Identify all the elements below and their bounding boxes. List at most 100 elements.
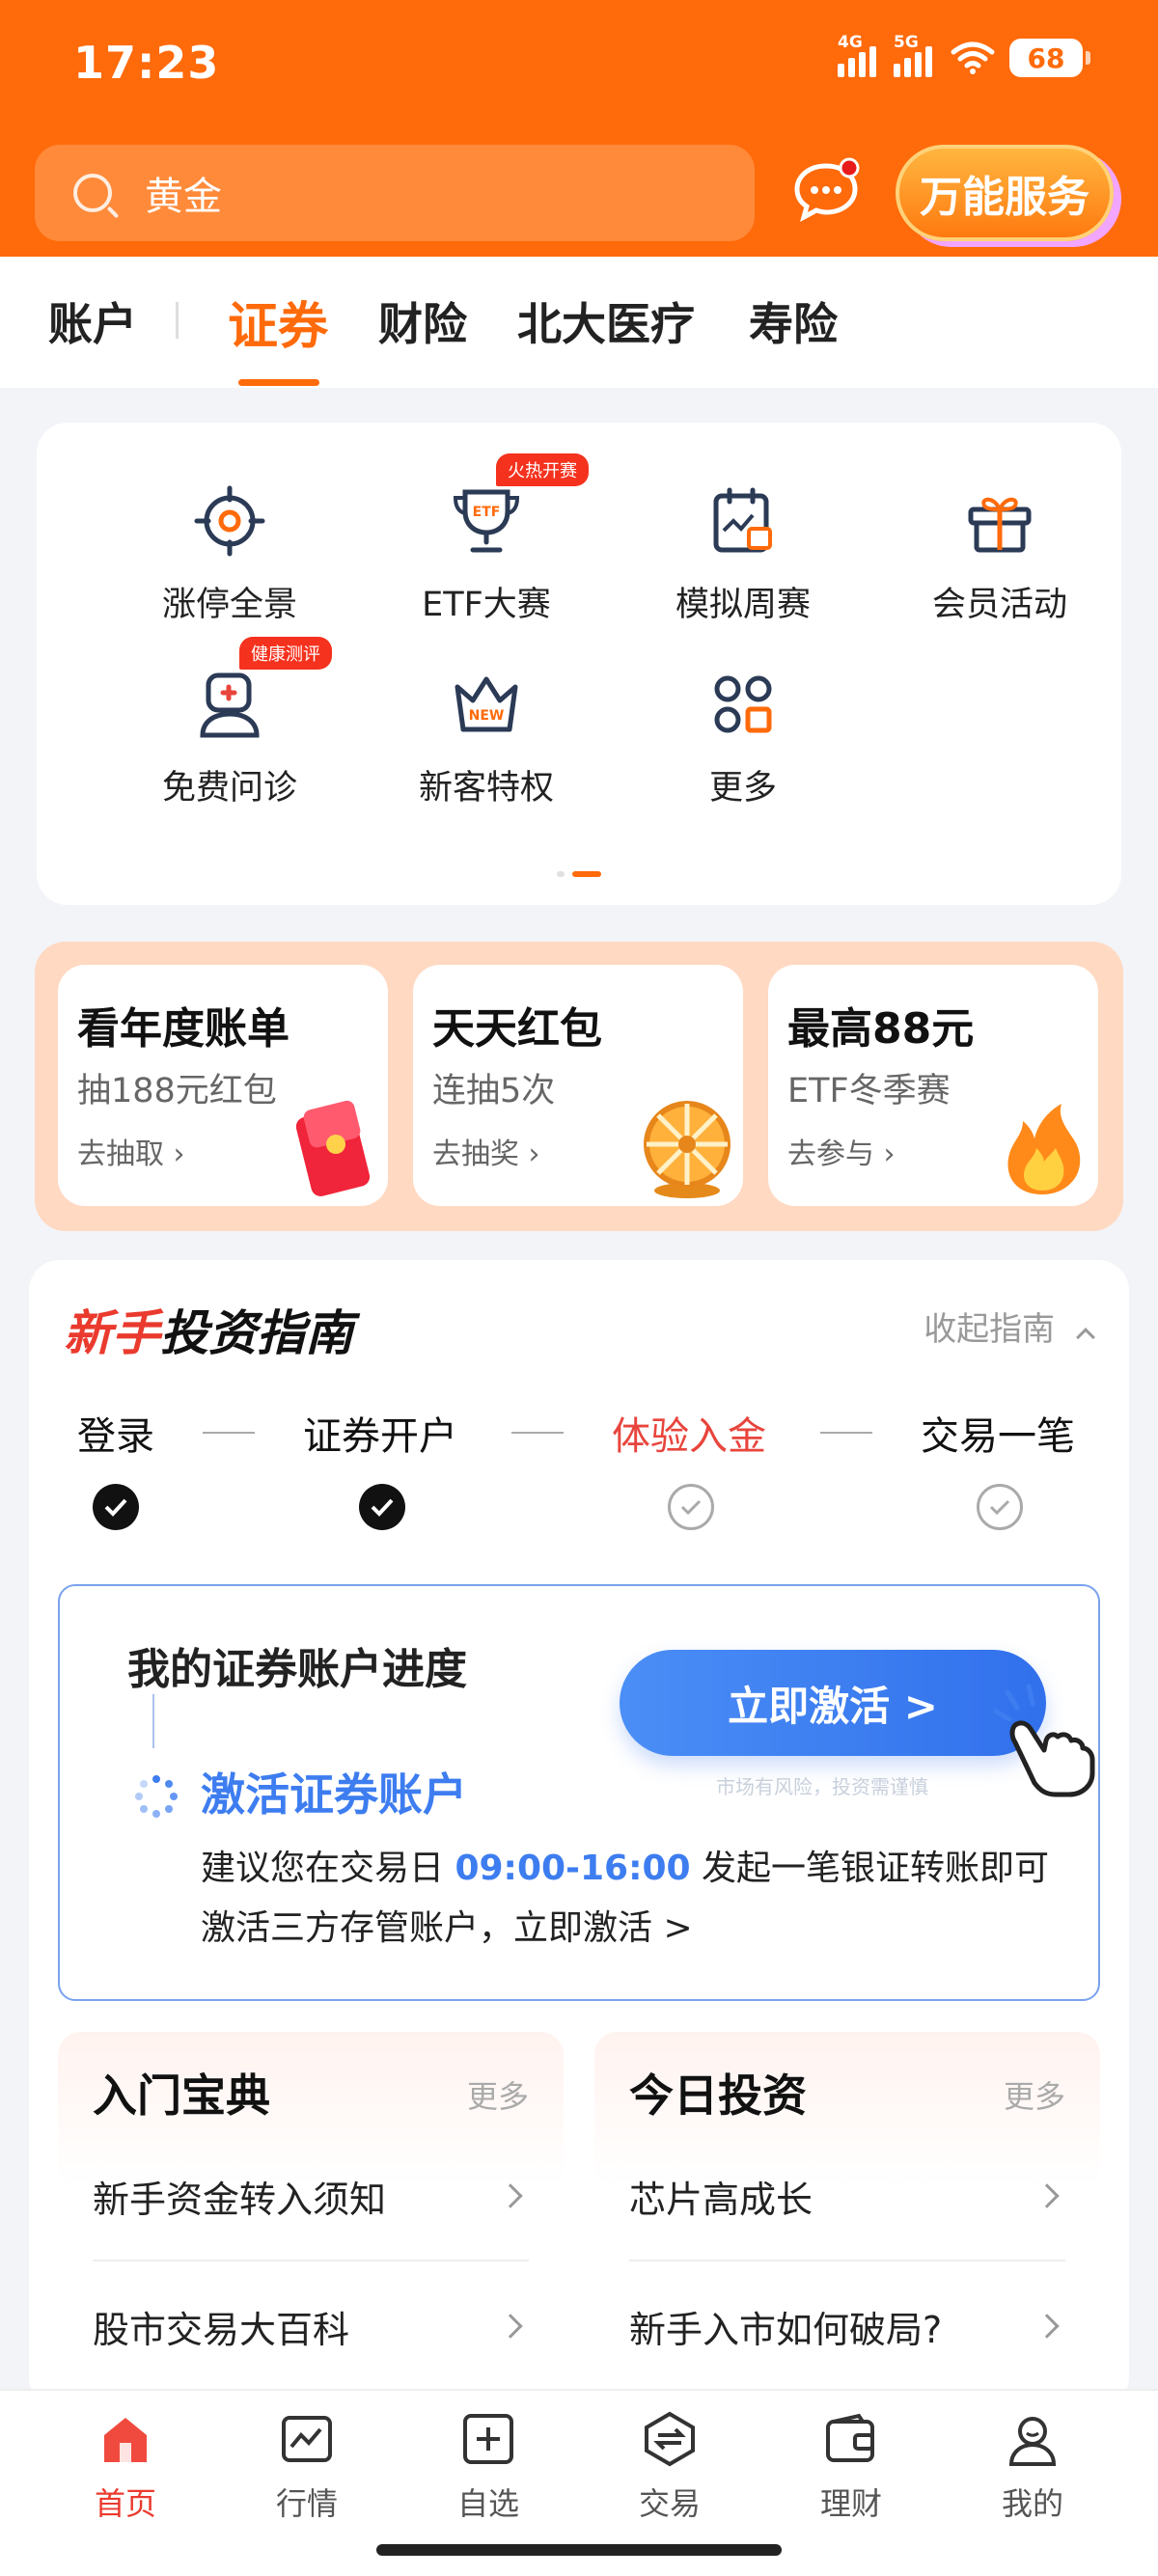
flame-icon	[1007, 1104, 1081, 1194]
prize-wheel-icon	[644, 1101, 731, 1198]
nav-label: 首页	[94, 2485, 156, 2522]
check-pending-icon	[668, 1484, 714, 1530]
wifi-icon	[951, 41, 995, 74]
grid-item-etf-contest[interactable]: ETF 火热开赛 ETF大赛	[361, 453, 612, 626]
grid-item-label: 更多	[708, 769, 777, 808]
step-login: 登录	[77, 1414, 154, 1459]
promo-etf-winter[interactable]: 最高88元 ETF冬季赛 去参与 ›	[768, 965, 1098, 1206]
nav-label: 交易	[638, 2485, 701, 2522]
signal-4g-icon: 4G	[838, 33, 880, 77]
svg-text:NEW: NEW	[469, 708, 505, 724]
etf-trophy-icon: ETF 火热开赛	[448, 453, 589, 560]
search-input[interactable]: 黄金	[145, 165, 222, 221]
step-connector	[203, 1432, 255, 1434]
page-dot	[557, 871, 565, 877]
promo-title: 看年度账单	[77, 1004, 290, 1054]
chevron-right-icon	[498, 2314, 523, 2339]
promo-title: 天天红包	[432, 1004, 602, 1054]
grid-item-sim-weekly[interactable]: 模拟周赛	[618, 482, 868, 626]
promo-annual-bill[interactable]: 看年度账单 抽188元红包 去抽取 ›	[58, 965, 388, 1206]
progress-title: 我的证券账户进度	[127, 1645, 467, 1694]
desc-prefix: 建议您在交易日	[201, 1849, 455, 1888]
nav-home[interactable]: 首页	[58, 2410, 193, 2524]
add-watchlist-icon	[459, 2410, 517, 2468]
progress-step-activate: 激活证券账户	[201, 1768, 467, 1821]
step-connector	[511, 1432, 564, 1434]
grid-item-label: 模拟周赛	[675, 586, 811, 624]
home-icon	[96, 2410, 154, 2468]
list-item-label: 新手资金转入须知	[93, 2178, 387, 2221]
risk-disclaimer: 市场有风险，投资需谨慎	[716, 1775, 928, 1798]
list-item[interactable]: 新手资金转入须知	[93, 2132, 529, 2261]
promo-title: 最高88元	[787, 1004, 975, 1054]
search-icon	[73, 174, 112, 212]
grid-item-label: 会员活动	[931, 586, 1067, 624]
page-dot-active	[572, 871, 601, 877]
grid-item-new-customer[interactable]: NEW 新客特权	[361, 666, 612, 809]
check-done-icon	[359, 1484, 405, 1530]
nav-trade[interactable]: 交易	[602, 2410, 737, 2524]
activate-now-button[interactable]: 立即激活 >	[620, 1650, 1046, 1756]
account-progress-box: 我的证券账户进度 激活证券账户 建议您在交易日 09:00-16:00 发起一笔…	[58, 1584, 1100, 2001]
collapse-label: 收起指南	[924, 1310, 1056, 1349]
promo-daily-red-packet[interactable]: 天天红包 连抽5次 去抽奖 ›	[413, 965, 743, 1206]
tab-account[interactable]: 账户	[48, 289, 137, 353]
grid-item-free-consult[interactable]: 健康测评 免费问诊	[104, 637, 355, 809]
svg-text:ETF: ETF	[473, 505, 501, 520]
nav-watchlist[interactable]: 自选	[421, 2410, 556, 2524]
list-item[interactable]: 新手入市如何破局?	[629, 2261, 1065, 2391]
quick-entry-grid: 涨停全景 ETF 火热开赛 ETF大赛 模拟周赛 会员活动 健康测评 免费问诊 …	[37, 423, 1121, 905]
list-item[interactable]: 股市交易大百科	[93, 2261, 529, 2391]
trading-hours: 09:00-16:00	[455, 1849, 691, 1888]
nav-profile[interactable]: 我的	[965, 2410, 1100, 2524]
active-tab-indicator	[238, 379, 319, 386]
tab-property-insurance[interactable]: 财险	[378, 289, 467, 353]
more-link[interactable]: 更多	[1004, 2072, 1065, 2117]
step-connector	[820, 1432, 872, 1434]
grid-item-label: ETF大赛	[422, 586, 551, 624]
net-type-label: 4G	[838, 33, 863, 52]
nav-market[interactable]: 行情	[239, 2410, 374, 2524]
collapse-guide-button[interactable]: 收起指南	[924, 1302, 1095, 1350]
doctor-icon: 健康测评	[191, 637, 332, 743]
calendar-chart-icon	[704, 482, 782, 560]
guide-title-highlight: 新手	[64, 1305, 160, 1361]
list-item-label: 芯片高成长	[629, 2178, 813, 2221]
profile-icon	[1004, 2410, 1062, 2468]
target-icon	[191, 482, 268, 560]
list-item[interactable]: 芯片高成长	[629, 2132, 1065, 2261]
universal-service-button[interactable]: 万能服务	[896, 145, 1114, 241]
more-link[interactable]: 更多	[467, 2072, 529, 2117]
top-tabs: 账户 证券 财险 北大医疗 寿险	[0, 257, 1158, 388]
battery-icon: 68	[1009, 39, 1090, 77]
grid-item-label: 涨停全景	[161, 586, 297, 624]
grid-item-more[interactable]: 更多	[618, 666, 868, 809]
panel-title: 今日投资	[629, 2061, 807, 2126]
home-indicator[interactable]	[376, 2544, 782, 2556]
nav-wealth[interactable]: 理财	[784, 2410, 919, 2524]
grid-item-limit-up[interactable]: 涨停全景	[104, 482, 355, 626]
message-icon[interactable]	[791, 156, 861, 224]
intro-guide-panel: 入门宝典 更多 新手资金转入须知 股市交易大百科	[58, 2032, 564, 2418]
tab-securities[interactable]: 证券	[228, 286, 328, 358]
market-chart-icon	[278, 2410, 336, 2468]
grid-item-label: 免费问诊	[161, 769, 297, 808]
list-item-label: 股市交易大百科	[93, 2308, 350, 2351]
step-trial-deposit: 体验入金	[612, 1414, 766, 1459]
grid-item-member-activity[interactable]: 会员活动	[874, 482, 1125, 626]
trade-exchange-icon	[641, 2410, 699, 2468]
tab-life-insurance[interactable]: 寿险	[749, 289, 838, 353]
chevron-right-icon	[1034, 2183, 1060, 2208]
page-indicator	[37, 871, 1121, 877]
search-bar[interactable]: 黄金	[35, 145, 755, 241]
progress-description: 建议您在交易日 09:00-16:00 发起一笔银证转账即可激活三方存管账户，立…	[201, 1839, 1069, 1959]
promo-banner-strip: 看年度账单 抽188元红包 去抽取 › 天天红包 连抽5次 去抽奖 › 最高88…	[35, 942, 1123, 1231]
beginner-guide-card: 新手投资指南 收起指南 登录 证券开户 体验入金 交易一笔 我的证券账户进度 激…	[29, 1260, 1129, 2418]
guide-title-rest: 投资指南	[160, 1305, 353, 1361]
tab-pku-medical[interactable]: 北大医疗	[517, 289, 695, 353]
tab-divider	[176, 302, 179, 339]
red-envelope-icon	[295, 1100, 371, 1196]
health-badge: 健康测评	[239, 637, 332, 670]
gift-icon	[961, 482, 1038, 560]
chevron-right-icon	[498, 2183, 523, 2208]
